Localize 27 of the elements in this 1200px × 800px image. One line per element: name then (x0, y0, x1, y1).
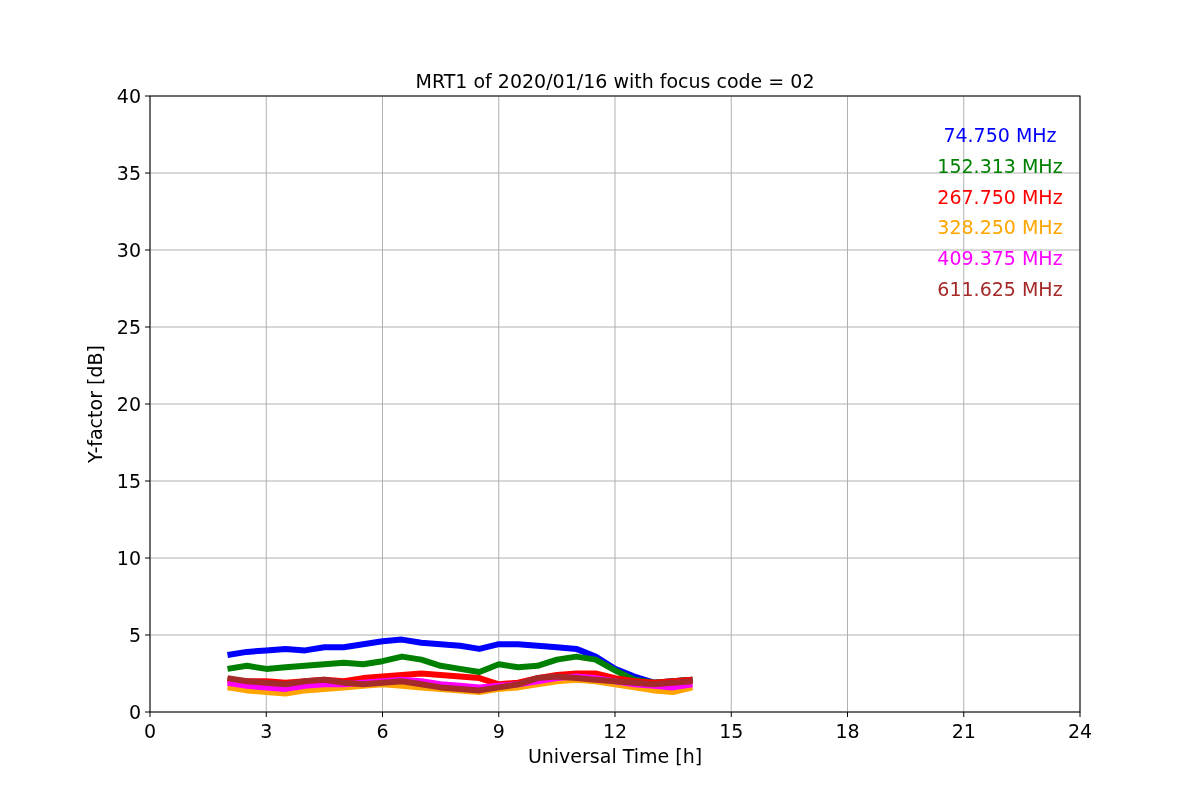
tick-label: 24 (1067, 720, 1093, 742)
y-axis-label: Y-factor [dB] (84, 345, 106, 463)
legend-label: 267.750 MHz (937, 185, 1063, 208)
tick-label: 0 (128, 701, 141, 723)
legend-label: 152.313 MHz (937, 154, 1063, 177)
tick-label: 15 (116, 470, 141, 492)
x-axis-label: Universal Time [h] (527, 745, 703, 767)
legend-label: 409.375 MHz (937, 247, 1063, 270)
tick-label: 5 (128, 624, 141, 646)
tick-label: 21 (951, 720, 976, 742)
tick-label: 35 (116, 162, 141, 184)
tick-label: 40 (116, 85, 141, 107)
tick-label: 20 (116, 393, 141, 415)
legend-label: 74.750 MHz (943, 124, 1057, 146)
tick-label: 15 (719, 720, 744, 742)
legend-label: 328.250 MHz (937, 216, 1063, 239)
tick-label: 25 (116, 316, 141, 338)
tick-label: 3 (260, 720, 273, 742)
tick-label: 30 (116, 239, 141, 261)
tick-label: 0 (143, 720, 157, 742)
tick-label: 6 (376, 720, 389, 742)
chart-title: MRT1 of 2020/01/16 with focus code = 02 (415, 70, 815, 92)
tick-label: 18 (835, 720, 860, 742)
legend-label: 611.625 MHz (937, 278, 1063, 300)
tick-label: 10 (116, 547, 141, 569)
tick-label: 12 (602, 720, 628, 742)
tick-label: 9 (492, 720, 505, 742)
